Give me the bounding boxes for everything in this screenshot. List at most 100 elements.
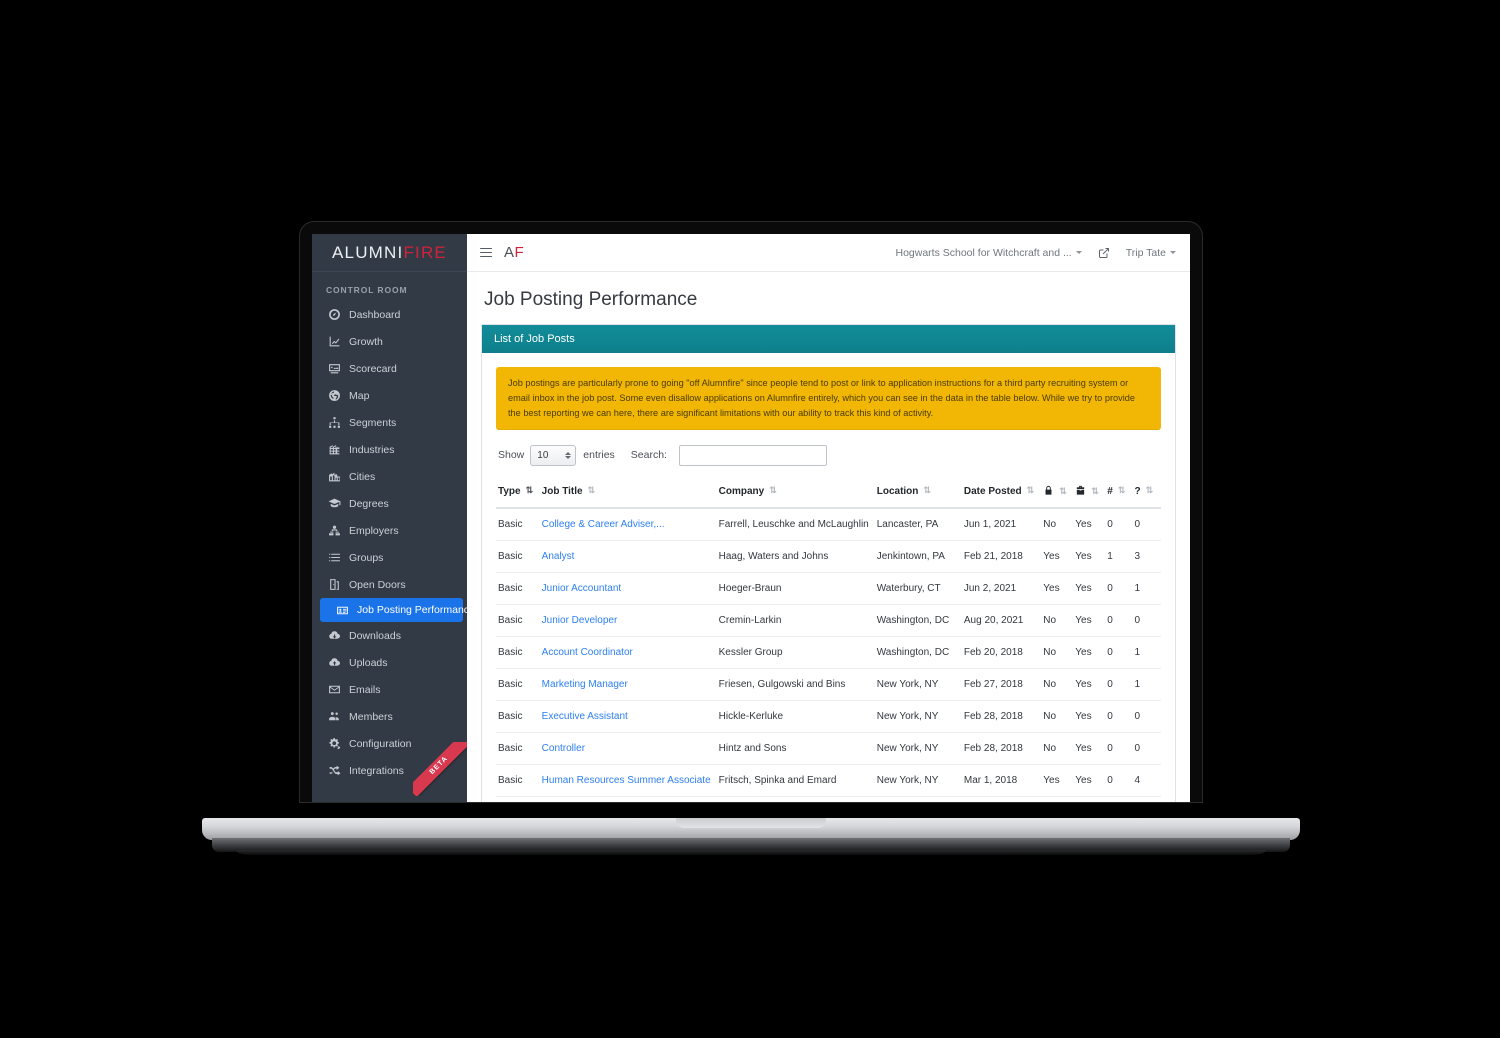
sidebar-item-label: Degrees <box>349 497 389 510</box>
dashboard-icon <box>328 308 341 321</box>
cell-lock: Yes <box>1043 572 1076 605</box>
sidebar-nav: Dashboard Growth Scorecard Map Segments Indus… <box>312 301 467 784</box>
user-menu-dropdown[interactable]: Trip Tate <box>1126 247 1176 259</box>
job-title-link[interactable]: Analyst <box>542 551 575 562</box>
column-header-location[interactable]: Location ⇅ <box>876 475 964 509</box>
cell-lock: No <box>1043 604 1076 637</box>
column-header-case[interactable]: ⇅ <box>1075 475 1108 509</box>
building-icon <box>328 443 341 456</box>
job-title-link[interactable]: Junior Accountant <box>542 583 622 594</box>
column-header-q[interactable]: ? ⇅ <box>1134 475 1161 509</box>
sidebar-item-industries[interactable]: Industries <box>312 436 467 463</box>
sort-arrows-icon: ⇅ <box>1117 485 1125 496</box>
job-title-link[interactable]: Controller <box>542 743 585 754</box>
table-head: Type ⇅ Job Title ⇅ Company ⇅ Location ⇅ Date Pos… <box>496 475 1161 509</box>
sort-arrows-icon: ⇅ <box>1091 485 1098 496</box>
job-title-link[interactable]: Account Coordinator <box>542 647 633 658</box>
job-title-link[interactable]: Marketing Manager <box>542 679 628 690</box>
sidebar-item-configuration[interactable]: Configuration <box>312 730 467 757</box>
sidebar-item-integrations[interactable]: Integrations <box>312 757 467 784</box>
sidebar-item-label: Job Posting Performance <box>357 604 467 616</box>
column-header-date[interactable]: Date Posted ⇅ <box>963 475 1044 509</box>
table-body: Basic College & Career Adviser,... Farrell… <box>496 507 1161 802</box>
column-header-lock[interactable]: ⇅ <box>1043 475 1076 509</box>
laptop-base-foot <box>236 850 1266 855</box>
job-title-link[interactable]: Executive Assistant <box>542 711 628 722</box>
sidebar-item-scorecard[interactable]: Scorecard <box>312 355 467 382</box>
job-title-link[interactable]: Human Resources Summer Associate <box>542 775 711 786</box>
briefcase-icon <box>1075 485 1086 498</box>
sidebar-item-label: Uploads <box>349 656 388 669</box>
show-entries-select[interactable]: 10 <box>530 444 577 466</box>
cell-hash: 1 <box>1107 796 1135 802</box>
table-header-row: Type ⇅ Job Title ⇅ Company ⇅ Location ⇅ Date Pos… <box>496 475 1161 509</box>
sidebar: ALUMNI FIRE CONTROL ROOM Dashboard Growth S… <box>312 234 467 802</box>
page-body: Job Posting Performance List of Job Post… <box>467 272 1190 802</box>
sidebar-item-growth[interactable]: Growth <box>312 328 467 355</box>
cell-type: Basic <box>496 636 542 669</box>
sidebar-item-groups[interactable]: Groups <box>312 544 467 571</box>
table-row: Basic Controller Hintz and Sons New York, N… <box>496 732 1161 765</box>
cell-q: 0 <box>1134 507 1161 541</box>
column-header-type[interactable]: Type ⇅ <box>496 475 542 509</box>
cell-q: 0 <box>1134 604 1161 637</box>
cell-company: Cremin-Larkin <box>718 604 877 637</box>
chevron-down-icon <box>1170 251 1176 254</box>
job-title-link[interactable]: College & Career Adviser,... <box>542 519 665 530</box>
cell-company: Hintz and Sons <box>718 732 877 765</box>
page-title: Job Posting Performance <box>484 289 698 310</box>
sidebar-item-label: Industries <box>349 443 395 456</box>
sidebar-item-open-doors[interactable]: Open Doors <box>312 571 467 598</box>
cell-lock: Yes <box>1043 764 1076 797</box>
cell-title: Junior Developer <box>541 604 719 637</box>
sidebar-item-label: Employers <box>349 524 399 537</box>
sidebar-item-segments[interactable]: Segments <box>312 409 467 436</box>
cell-date: Feb 28, 2018 <box>963 700 1044 733</box>
cell-date: Feb 21, 2018 <box>963 540 1044 573</box>
cell-lock: Yes <box>1043 796 1076 802</box>
sidebar-item-label: Groups <box>349 551 384 564</box>
cell-title: Human Resources Summer Associate <box>541 764 719 797</box>
column-header-title[interactable]: Job Title ⇅ <box>541 475 719 509</box>
laptop-base <box>202 818 1300 840</box>
cell-q: 0 <box>1134 700 1161 733</box>
job-posts-table: Type ⇅ Job Title ⇅ Company ⇅ Location ⇅ Date Pos… <box>496 475 1161 802</box>
cell-q: 0 <box>1134 732 1161 765</box>
table-row: BasicProgram Associate (International)Do… <box>496 796 1161 802</box>
sidebar-item-dashboard[interactable]: Dashboard <box>312 301 467 328</box>
sidebar-item-downloads[interactable]: Downloads <box>312 622 467 649</box>
app-logo-a: A <box>504 244 515 261</box>
column-header-hash[interactable]: # ⇅ <box>1107 475 1135 509</box>
search-input[interactable] <box>678 444 827 466</box>
sidebar-item-job-posting-performance[interactable]: Job Posting Performance <box>320 598 467 622</box>
job-title-link[interactable]: Junior Developer <box>542 615 618 626</box>
cell-q: 1 <box>1134 572 1161 605</box>
sidebar-item-degrees[interactable]: Degrees <box>312 490 467 517</box>
org-switcher-dropdown[interactable]: Hogwarts School for Witchcraft and ... <box>895 247 1082 259</box>
cell-title: Account Coordinator <box>541 636 719 669</box>
sidebar-item-members[interactable]: Members <box>312 703 467 730</box>
sidebar-item-employers[interactable]: Employers <box>312 517 467 544</box>
sidebar-item-uploads[interactable]: Uploads <box>312 649 467 676</box>
sidebar-item-cities[interactable]: Cities <box>312 463 467 490</box>
hamburger-menu-icon[interactable] <box>480 247 492 258</box>
sidebar-item-emails[interactable]: Emails <box>312 676 467 703</box>
sidebar-item-label: Downloads <box>349 629 401 642</box>
cell-hash: 0 <box>1107 668 1135 701</box>
cell-company: Fritsch, Spinka and Emard <box>718 764 877 797</box>
sidebar-item-map[interactable]: Map <box>312 382 467 409</box>
employer-icon <box>328 524 341 537</box>
stepper-arrows-icon <box>565 451 572 459</box>
table-row: Basic Human Resources Summer Associate Fri… <box>496 764 1161 797</box>
app-logo[interactable]: AF <box>504 244 524 261</box>
cell-location: Waterbury, CT <box>876 572 964 605</box>
globe-icon <box>328 389 341 402</box>
cell-hash: 0 <box>1107 636 1135 669</box>
brand-logo[interactable]: ALUMNI FIRE <box>312 234 467 272</box>
sitemap-icon <box>328 416 341 429</box>
external-link-icon[interactable] <box>1098 247 1110 259</box>
cell-case: Yes <box>1075 732 1108 765</box>
table-row: Basic Account Coordinator Kessler Group Was… <box>496 636 1161 669</box>
column-header-company[interactable]: Company ⇅ <box>718 475 877 509</box>
column-header-label: Job Title <box>541 486 583 498</box>
